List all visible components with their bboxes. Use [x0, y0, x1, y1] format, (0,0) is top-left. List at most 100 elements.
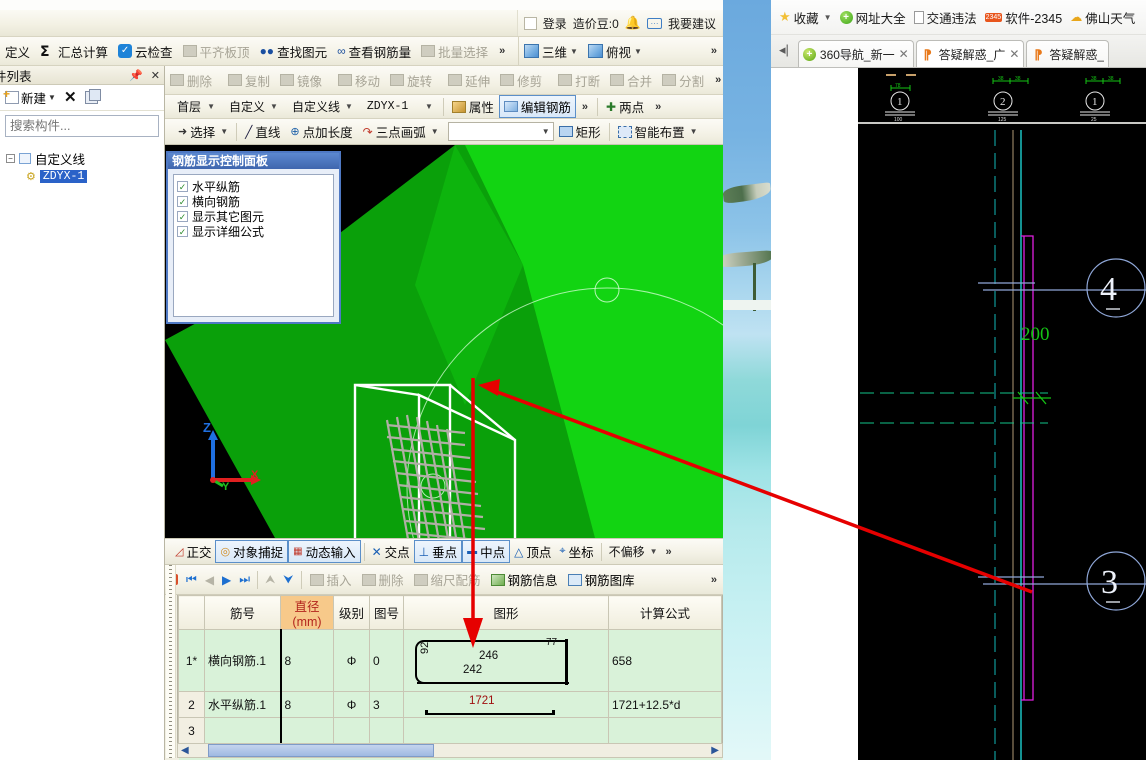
tree-collapse-icon[interactable]: − [6, 153, 15, 163]
cell-diameter[interactable]: 8 [279, 629, 334, 692]
twopoint-overflow-chevron[interactable]: » [649, 101, 667, 113]
fav-favorites[interactable]: ★ 收藏 ▼ [779, 8, 832, 27]
fav-traffic[interactable]: 交通违法 [913, 8, 977, 27]
toolbar-3d-view[interactable]: 三维 ▼ [519, 40, 583, 63]
rect-tool[interactable]: 矩形 [554, 120, 606, 143]
edit-mirror[interactable]: 镜像 [275, 69, 327, 92]
rebar-library[interactable]: 钢筋图库 [563, 569, 640, 590]
scroll-right-arrow[interactable]: ▶ [708, 745, 722, 756]
table-row[interactable]: 2 水平纵筋.1 8 Φ 3 1721 1721+12.5*d [178, 691, 722, 718]
snap-perpendicular[interactable]: ⊥ 垂点 [413, 540, 463, 563]
edit-copy[interactable]: 复制 [223, 69, 275, 92]
toolbar-find-element[interactable]: ●● 查找图元 [255, 40, 333, 63]
close-icon[interactable]: ✕ [151, 69, 160, 82]
edit-extend[interactable]: 延伸 [443, 69, 495, 92]
fav-nav-sites[interactable]: + 网址大全 [839, 8, 906, 27]
draw-style-combo[interactable]: ▼ [447, 122, 554, 141]
two-point-button[interactable]: ✚ 两点 [601, 95, 649, 118]
last-record-icon[interactable]: ⏭ [235, 572, 254, 587]
floor-combo[interactable]: 首层 ▼ [173, 98, 217, 116]
toolbar-batch-select[interactable]: 批量选择 [416, 40, 493, 63]
first-record-icon[interactable]: ⏮ [182, 572, 201, 587]
edit-overflow-chevron[interactable]: » [709, 74, 727, 86]
cell-diameter[interactable] [279, 717, 334, 744]
th-diameter[interactable]: 直径(mm) [280, 595, 334, 630]
snap-osnap[interactable]: ◎ 对象捕捉 [215, 540, 289, 563]
toolbar-overflow-chevron[interactable]: » [493, 45, 511, 57]
offset-combo[interactable]: 不偏移 ▼ [605, 543, 660, 561]
th-rebar-no[interactable]: 筋号 [204, 595, 281, 630]
suggest-link[interactable]: 我要建议 [668, 15, 716, 32]
cell-formula[interactable] [608, 717, 722, 744]
move-up-icon[interactable]: ⮝ [261, 572, 279, 587]
cell-shape[interactable]: 92 246 242 77 [403, 629, 609, 692]
cell-shape[interactable] [403, 717, 609, 744]
edit-split[interactable]: 分割 [657, 69, 709, 92]
snap-overflow-chevron[interactable]: » [660, 546, 678, 558]
select-tool[interactable]: ➜ 选择 ▼ [173, 120, 233, 143]
table-horizontal-scrollbar[interactable]: ◀ ▶ [177, 743, 723, 758]
snap-midpoint[interactable]: ▬ 中点 [462, 540, 511, 563]
table-row[interactable]: 1* 横向钢筋.1 8 Φ 0 92 246 242 77 658 [178, 629, 722, 692]
table-row[interactable]: 3 [178, 717, 722, 744]
line-tool[interactable]: ╱ 直线 [240, 120, 285, 143]
edit-trim[interactable]: 修剪 [495, 69, 547, 92]
category-combo[interactable]: 自定义 ▼ [225, 98, 280, 116]
fav-weather[interactable]: ☁ 佛山天气 [1070, 8, 1135, 27]
copy-icon[interactable] [84, 89, 101, 104]
tab-qa-guang[interactable]: ⁋ 答疑解惑_广 ✕ [915, 40, 1025, 67]
edit-move[interactable]: 移动 [333, 69, 385, 92]
toolbar-summary-calc[interactable]: Σ 汇总计算 [35, 40, 113, 63]
toolbar-define[interactable]: 定义 [0, 40, 35, 63]
cell-rebar-name[interactable] [204, 717, 281, 744]
cell-rebar-name[interactable]: 水平纵筋.1 [204, 691, 281, 718]
rebar-scale[interactable]: 缩尺配筋 [409, 569, 486, 590]
view-overflow-chevron[interactable]: » [705, 45, 723, 57]
snap-ortho[interactable]: ◿ 正交 [171, 541, 215, 562]
edit-delete[interactable]: 删除 [165, 69, 217, 92]
snap-vertex[interactable]: △ 顶点 [510, 541, 555, 562]
cell-grade[interactable]: Φ [333, 691, 370, 718]
edit-rebar-button[interactable]: 编辑钢筋 [498, 95, 576, 118]
tree-node-custom-line[interactable]: − 自定义线 [6, 149, 164, 167]
cell-formula[interactable]: 1721+12.5*d [608, 691, 722, 718]
rebar-check-show-other[interactable]: ✓ 显示其它图元 [177, 209, 333, 224]
toolbar-top-view[interactable]: 俯视 ▼ [583, 40, 647, 63]
scrollbar-thumb[interactable] [207, 744, 434, 757]
pin-icon[interactable]: 📌 [129, 69, 143, 82]
rebar-overflow-chevron[interactable]: » [705, 574, 723, 586]
th-grade[interactable]: 级别 [333, 595, 370, 630]
cad-drawing-viewer[interactable]: 1 2 1 100 125 25 78 38 38 38 38 4 3 200 [858, 68, 1146, 760]
delete-x-icon[interactable]: ✕ [64, 90, 77, 105]
bell-icon[interactable]: 🔔 [625, 15, 641, 31]
properties-button[interactable]: 属性 [447, 95, 499, 118]
rebar-table[interactable]: 筋号 直径(mm) 级别 图号 图形 计算公式 1* 横向钢筋.1 8 Φ 0 [177, 595, 723, 760]
scroll-left-arrow[interactable]: ◀ [178, 745, 192, 756]
tab-back-icon[interactable]: ◂| [775, 42, 796, 67]
rebar-insert[interactable]: 插入 [305, 569, 357, 590]
3d-viewport[interactable]: Z X Y 钢筋显示控制面板 ✓ 水平纵筋 ✓ 横向钢筋 ✓ 显示其它图元 ✓ … [165, 145, 723, 538]
toolbar-view-rebar-qty[interactable]: ∞ 查看钢筋量 [332, 40, 416, 63]
fav-software[interactable]: 2345 软件-2345 [984, 8, 1062, 27]
prev-record-icon[interactable]: ◀ [201, 573, 218, 587]
edit-merge[interactable]: 合并 [605, 69, 657, 92]
next-record-icon[interactable]: ▶ [218, 573, 235, 587]
new-component-button[interactable]: 新建 ▼ [3, 87, 56, 107]
rebar-display-panel[interactable]: 钢筋显示控制面板 ✓ 水平纵筋 ✓ 横向钢筋 ✓ 显示其它图元 ✓ 显示详细公式 [166, 151, 341, 324]
cell-drawing-no[interactable] [369, 717, 404, 744]
layer-overflow-chevron[interactable]: » [576, 101, 594, 113]
edit-rotate[interactable]: 旋转 [385, 69, 437, 92]
rebar-info[interactable]: 钢筋信息 [486, 569, 563, 590]
toolbar-cloud-check[interactable]: ✓ 云检查 [113, 40, 178, 63]
snap-intersection[interactable]: ✕ 交点 [368, 541, 414, 562]
tree-item-zdyx1[interactable]: ⚙ ZDYX-1 [26, 167, 164, 185]
search-input[interactable] [6, 118, 173, 134]
th-drawing-no[interactable]: 图号 [369, 595, 404, 630]
tab-close-icon[interactable]: ✕ [1009, 47, 1019, 61]
tab-qa-2[interactable]: ⁋ 答疑解惑_ [1026, 40, 1110, 67]
rebar-delete[interactable]: 删除 [357, 569, 409, 590]
tab-close-icon[interactable]: ✕ [899, 47, 909, 61]
cell-drawing-no[interactable]: 3 [369, 691, 404, 718]
rebar-check-horizontal-long[interactable]: ✓ 水平纵筋 [177, 179, 333, 194]
cell-formula[interactable]: 658 [608, 629, 722, 692]
